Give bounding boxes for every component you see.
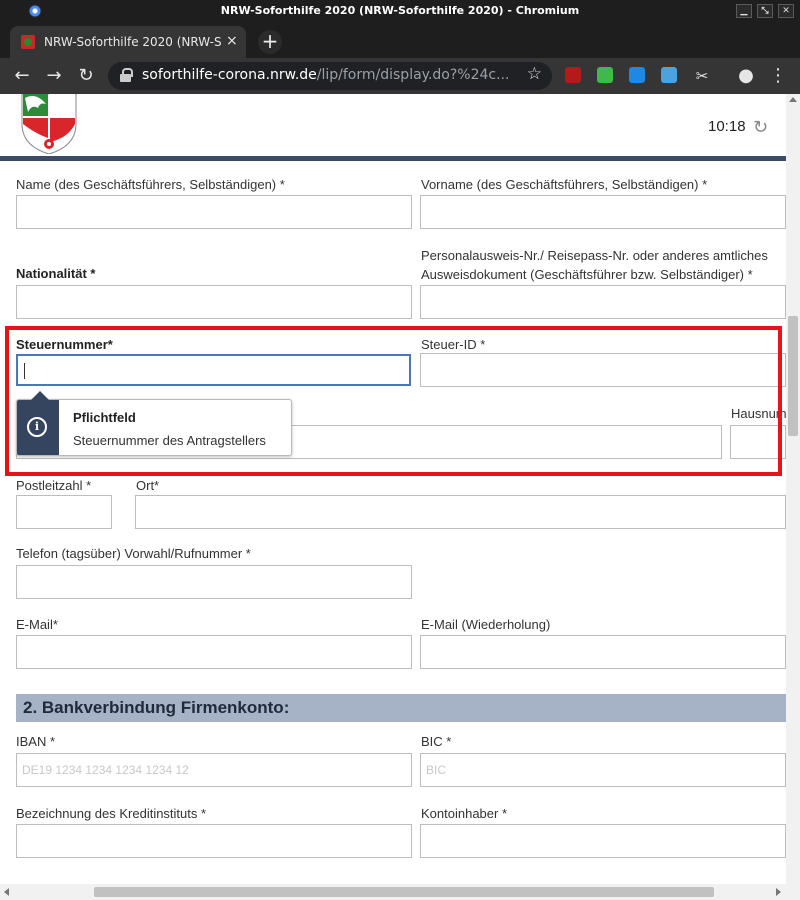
window-title: NRW-Soforthilfe 2020 (NRW-Soforthilfe 20… <box>220 4 580 17</box>
plz-input[interactable] <box>16 495 112 529</box>
ausweis-input[interactable] <box>420 285 786 319</box>
vertical-scroll-thumb[interactable] <box>788 316 798 436</box>
kontoinhaber-label: Kontoinhaber * <box>421 806 508 821</box>
iban-input[interactable]: DE19 1234 1234 1234 1234 12 <box>16 753 412 787</box>
ort-input[interactable] <box>135 495 786 529</box>
email-input[interactable] <box>16 635 412 669</box>
nationalitaet-label: Nationalität * <box>16 266 96 281</box>
iban-label: IBAN * <box>16 734 56 749</box>
email-repeat-input[interactable] <box>420 635 786 669</box>
tab-strip: NRW-Soforthilfe 2020 (NRW-Sof × + <box>0 22 800 58</box>
restore-icon[interactable]: ⤡ <box>757 4 773 18</box>
menu-dots-icon[interactable]: ⋮ <box>766 64 790 88</box>
address-bar[interactable]: soforthilfe-corona.nrw.de/lip/form/displ… <box>108 62 552 90</box>
scroll-up-arrow-icon[interactable] <box>789 97 797 102</box>
horizontal-scrollbar[interactable] <box>0 884 800 900</box>
horizontal-scroll-thumb[interactable] <box>94 887 714 897</box>
ausweis-label-line1: Personalausweis-Nr./ Reisepass-Nr. oder … <box>421 248 768 263</box>
ausweis-label-line2: Ausweisdokument (Geschäftsführer bzw. Se… <box>421 267 753 282</box>
email-repeat-label: E-Mail (Wiederholung) <box>421 617 551 632</box>
refresh-icon[interactable]: ↻ <box>753 117 768 138</box>
ort-label: Ort* <box>136 478 160 493</box>
back-icon[interactable]: ← <box>10 64 34 88</box>
header-divider <box>0 156 786 161</box>
name-input[interactable] <box>16 195 412 229</box>
vorname-label: Vorname (des Geschäftsführers, Selbständ… <box>421 177 708 192</box>
url-text[interactable]: soforthilfe-corona.nrw.de/lip/form/displ… <box>142 67 509 83</box>
bookmark-star-icon[interactable]: ☆ <box>527 64 542 84</box>
plz-label: Postleitzahl * <box>16 478 92 493</box>
telefon-label: Telefon (tagsüber) Vorwahl/Rufnummer * <box>16 546 251 561</box>
kontoinhaber-input[interactable] <box>420 824 786 858</box>
profile-icon[interactable]: ● <box>734 64 758 88</box>
section-bankverbindung-header: 2. Bankverbindung Firmenkonto: <box>16 694 786 722</box>
vorname-input[interactable] <box>420 195 786 229</box>
scroll-left-arrow-icon[interactable] <box>4 888 9 896</box>
vertical-scrollbar[interactable] <box>786 94 800 884</box>
nationalitaet-input[interactable] <box>16 285 412 319</box>
s-extension-icon[interactable] <box>629 67 645 83</box>
scroll-right-arrow-icon[interactable] <box>776 888 781 896</box>
minimize-icon[interactable]: ▁ <box>736 4 752 18</box>
session-time: 10:18 <box>708 118 746 135</box>
reload-icon[interactable]: ↻ <box>74 64 98 88</box>
section-title: 2. Bankverbindung Firmenkonto: <box>23 698 290 717</box>
kreditinstitut-input[interactable] <box>16 824 412 858</box>
tab-nrw-soforthilfe[interactable]: NRW-Soforthilfe 2020 (NRW-Sof × <box>10 26 246 58</box>
tab-label: NRW-Soforthilfe 2020 (NRW-Sof <box>44 35 222 49</box>
browser-toolbar: ← → ↻ soforthilfe-corona.nrw.de/lip/form… <box>0 58 800 94</box>
kreditinstitut-label: Bezeichnung des Kreditinstituts * <box>16 806 207 821</box>
forward-icon[interactable]: → <box>42 64 66 88</box>
window-titlebar: NRW-Soforthilfe 2020 (NRW-Soforthilfe 20… <box>0 0 800 22</box>
bic-label: BIC * <box>421 734 452 749</box>
highlight-frame <box>5 326 782 476</box>
blue-extension-icon[interactable] <box>661 67 677 83</box>
url-path: /lip/form/display.do?%24c... <box>316 67 510 83</box>
name-label: Name (des Geschäftsführers, Selbständige… <box>16 177 285 192</box>
tab-close-icon[interactable]: × <box>226 33 238 49</box>
tab-favicon-icon <box>21 35 35 49</box>
page-content: 10:18 ↻ Name (des Geschäftsführers, Selb… <box>0 94 786 884</box>
new-tab-button[interactable]: + <box>258 30 282 54</box>
url-host: soforthilfe-corona.nrw.de <box>142 67 317 83</box>
green-extension-icon[interactable] <box>597 67 613 83</box>
telefon-input[interactable] <box>16 565 412 599</box>
email-label: E-Mail* <box>16 617 58 632</box>
close-window-icon[interactable]: ✕ <box>778 4 794 18</box>
scissors-extension-icon[interactable]: ✂ <box>690 64 714 88</box>
lock-icon <box>120 68 133 82</box>
bic-input[interactable]: BIC <box>420 753 786 787</box>
ublock-extension-icon[interactable] <box>565 67 581 83</box>
nrw-coat-of-arms-logo <box>21 94 77 154</box>
chromium-icon <box>28 4 42 18</box>
